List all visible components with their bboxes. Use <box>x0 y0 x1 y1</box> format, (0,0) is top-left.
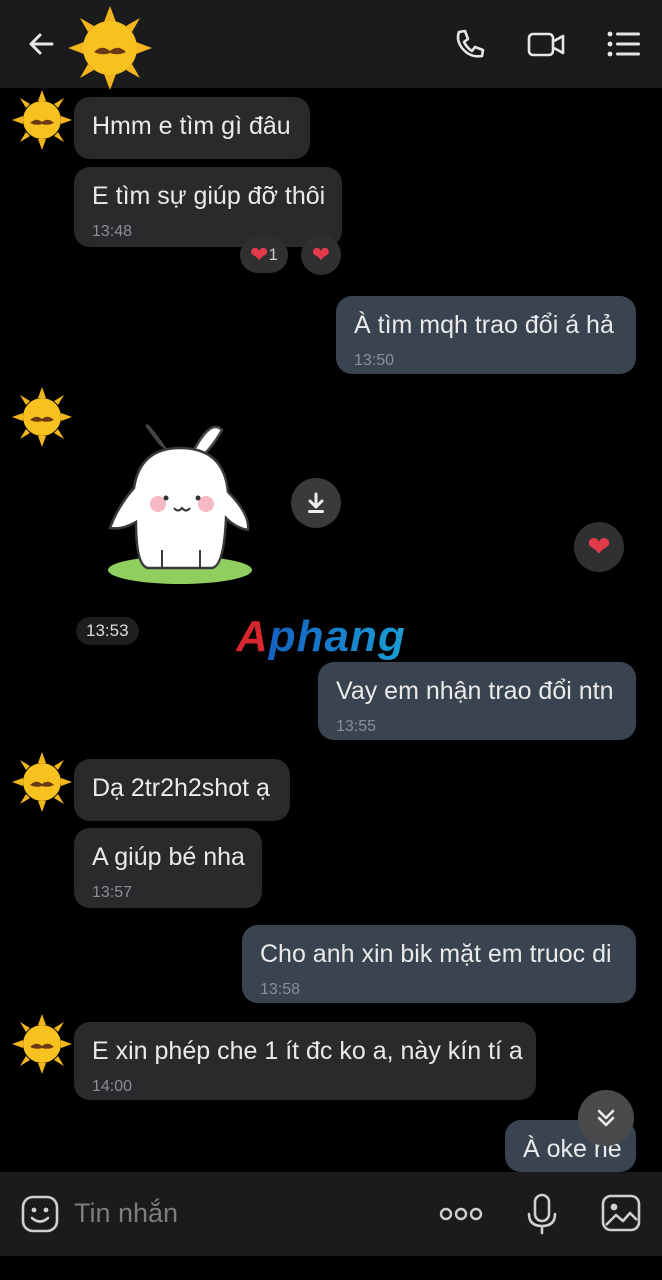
react-heart-button[interactable]: ❤ <box>574 522 624 572</box>
smiley-sticker-icon[interactable] <box>20 1194 60 1234</box>
message-text: E xin phép che 1 ít đc ko a, này kín tí … <box>92 1037 523 1065</box>
message-time: 13:58 <box>260 981 301 998</box>
outgoing-message[interactable]: Cho anh xin bik mặt em truoc di 13:58 <box>242 925 636 1003</box>
microphone-icon[interactable] <box>524 1192 560 1236</box>
list-menu-icon[interactable] <box>604 24 644 64</box>
message-text: À tìm mqh trao đổi á hả <box>354 311 614 339</box>
composer-bar: Tin nhắn <box>0 1172 662 1256</box>
incoming-message[interactable]: Dạ 2tr2h2shot ạ <box>74 759 290 821</box>
contact-avatar[interactable] <box>68 6 152 90</box>
download-icon <box>308 492 324 513</box>
message-text: Dạ 2tr2h2shot ạ <box>92 774 270 802</box>
message-text: Cho anh xin bik mặt em truoc di <box>260 940 612 968</box>
message-time: 13:57 <box>92 884 133 901</box>
message-text: A giúp bé nha <box>92 843 245 871</box>
chat-header <box>0 0 662 90</box>
sun-avatar[interactable] <box>12 752 72 812</box>
incoming-message[interactable]: E tìm sự giúp đỡ thôi 13:48 <box>74 167 342 247</box>
reaction-count-badge[interactable]: ❤ 1 <box>240 237 288 273</box>
download-button[interactable] <box>291 478 341 528</box>
white-bunny-sticker[interactable] <box>100 418 260 588</box>
incoming-message[interactable]: Hmm e tìm gì đâu <box>74 97 310 159</box>
incoming-message[interactable]: E xin phép che 1 ít đc ko a, này kín tí … <box>74 1022 536 1100</box>
watermark: Aphang <box>236 612 406 661</box>
sun-avatar[interactable] <box>12 387 72 447</box>
react-heart-button[interactable]: ❤ <box>301 235 341 275</box>
phone-icon[interactable] <box>450 24 490 64</box>
image-icon[interactable] <box>600 1192 642 1234</box>
incoming-message[interactable]: A giúp bé nha 13:57 <box>74 828 262 908</box>
outgoing-message[interactable]: Vay em nhận trao đổi ntn 13:55 <box>318 662 636 740</box>
system-nav-bar <box>0 1256 662 1280</box>
scroll-to-bottom-button[interactable] <box>578 1090 634 1146</box>
message-text: E tìm sự giúp đỡ thôi <box>92 182 326 210</box>
heart-icon: ❤ <box>587 531 611 562</box>
heart-icon: ❤ <box>311 242 331 267</box>
message-time: 13:55 <box>336 718 377 735</box>
message-time: 13:48 <box>92 223 133 240</box>
double-chevron-down-icon <box>597 1109 615 1127</box>
sun-avatar[interactable] <box>12 90 72 150</box>
message-text: Hmm e tìm gì đâu <box>92 112 291 140</box>
reaction-count: 1 <box>268 245 278 264</box>
message-time: 13:50 <box>354 352 395 369</box>
message-time: 14:00 <box>92 1078 133 1095</box>
message-input[interactable]: Tin nhắn <box>74 1198 178 1229</box>
arrow-left-icon[interactable] <box>22 24 62 64</box>
message-time: 13:53 <box>76 617 139 645</box>
more-dots-icon[interactable] <box>438 1202 484 1226</box>
video-camera-icon[interactable] <box>526 24 566 64</box>
outgoing-message[interactable]: À tìm mqh trao đổi á hả 13:50 <box>336 296 636 374</box>
heart-icon: ❤ <box>250 242 269 267</box>
sun-avatar[interactable] <box>12 1014 72 1074</box>
message-text: Vay em nhận trao đổi ntn <box>336 677 614 705</box>
